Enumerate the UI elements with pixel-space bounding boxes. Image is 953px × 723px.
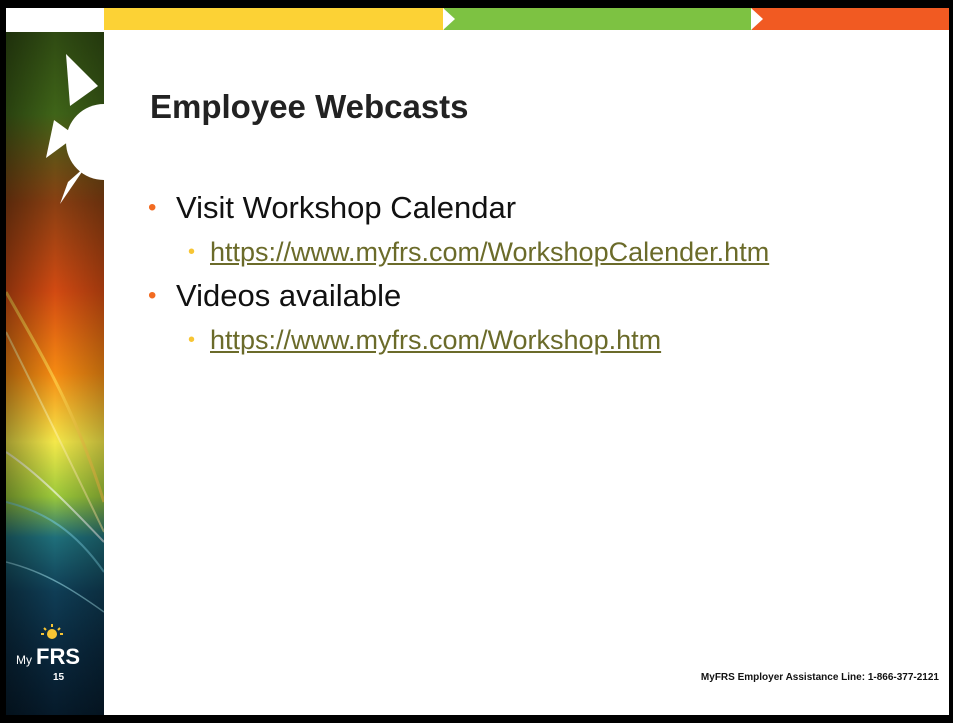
workshop-videos-link[interactable]: https://www.myfrs.com/Workshop.htm — [210, 325, 661, 355]
frame-right — [949, 0, 953, 723]
logo-text-frs: FRS — [36, 644, 80, 668]
bullet-dot-icon: • — [148, 194, 157, 221]
bullet-item: • Visit Workshop Calendar — [148, 186, 938, 230]
bullet-item: • Videos available — [148, 274, 938, 318]
bullet-text: Visit Workshop Calendar — [176, 190, 517, 225]
frame-bottom — [0, 715, 953, 723]
top-bar-orange — [751, 8, 949, 30]
top-bar-green — [443, 8, 752, 30]
logo-sun-icon: My FRS — [16, 624, 80, 669]
sub-bullet-item: • https://www.myfrs.com/WorkshopCalender… — [148, 230, 938, 274]
top-bar-yellow — [104, 8, 444, 30]
workshop-calendar-link[interactable]: https://www.myfrs.com/WorkshopCalender.h… — [210, 237, 769, 267]
myfrs-logo: My FRS — [14, 624, 84, 669]
bullet-list: • Visit Workshop Calendar • https://www.… — [148, 186, 938, 362]
bullet-text: Videos available — [176, 278, 402, 313]
sub-bullet-dot-icon: • — [188, 241, 196, 263]
slide: My FRS Employee Webcasts • Visit Worksho… — [0, 0, 953, 723]
frame-top — [0, 0, 953, 8]
logo-text-my: My — [16, 653, 32, 667]
bullet-dot-icon: • — [148, 282, 157, 309]
page-number: 15 — [53, 672, 65, 683]
sub-bullet-item: • https://www.myfrs.com/Workshop.htm — [148, 318, 938, 362]
footer-assistance-line: MyFRS Employer Assistance Line: 1-866-37… — [700, 672, 939, 683]
slide-title: Employee Webcasts — [150, 88, 469, 125]
decorative-side-image — [6, 32, 104, 715]
sub-bullet-dot-icon: • — [188, 329, 196, 351]
